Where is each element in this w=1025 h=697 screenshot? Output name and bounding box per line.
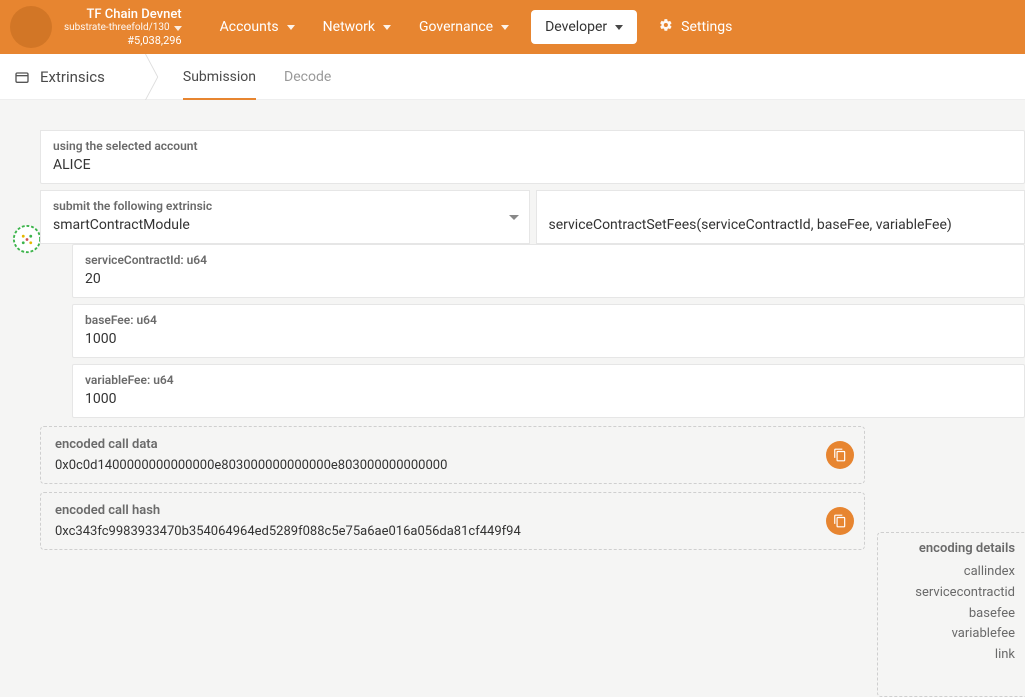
account-selector[interactable]: using the selected account ALICE xyxy=(40,130,1025,184)
chevron-down-icon xyxy=(509,215,519,220)
page-title: Extrinsics xyxy=(40,68,105,86)
chain-subtitle: substrate-threefold/130 xyxy=(64,22,170,34)
tab-decode[interactable]: Decode xyxy=(270,54,345,100)
nav-governance-label: Governance xyxy=(419,19,493,35)
account-identicon[interactable] xyxy=(12,224,42,254)
param-value: 1000 xyxy=(85,331,1012,347)
param-value: 1000 xyxy=(85,391,1012,407)
chain-name: TF Chain Devnet xyxy=(86,7,181,23)
tab-decode-label: Decode xyxy=(284,69,331,85)
encoded-data-label: encoded call data xyxy=(55,437,850,452)
details-item[interactable]: servicecontractid xyxy=(890,583,1015,604)
chain-info[interactable]: TF Chain Devnet substrate-threefold/130 … xyxy=(64,7,182,48)
param-label: serviceContractId: u64 xyxy=(85,253,1012,267)
divider-icon xyxy=(145,54,169,100)
tab-submission[interactable]: Submission xyxy=(169,54,270,100)
chevron-down-icon xyxy=(287,25,295,30)
top-navbar: TF Chain Devnet substrate-threefold/130 … xyxy=(0,0,1025,54)
param-variablefee[interactable]: variableFee: u64 1000 xyxy=(72,364,1025,418)
copy-icon xyxy=(833,448,847,462)
encoding-details-title: encoding details xyxy=(890,541,1015,556)
param-basefee[interactable]: baseFee: u64 1000 xyxy=(72,304,1025,358)
param-servicecontractid[interactable]: serviceContractId: u64 20 xyxy=(72,244,1025,298)
gear-icon xyxy=(659,18,673,36)
details-item[interactable]: link xyxy=(890,645,1015,666)
extrinsics-icon xyxy=(14,69,30,85)
encoded-hash-value: 0xc343fc9983933470b354064964ed5289f088c5… xyxy=(55,524,850,539)
param-label: baseFee: u64 xyxy=(85,313,1012,327)
encoded-hash-label: encoded call hash xyxy=(55,503,850,518)
account-label: using the selected account xyxy=(53,139,1012,153)
nav-network-label: Network xyxy=(323,19,375,35)
call-value: serviceContractSetFees(serviceContractId… xyxy=(549,217,1013,233)
param-label: variableFee: u64 xyxy=(85,373,1012,387)
account-value: ALICE xyxy=(53,157,1012,173)
copy-call-hash-button[interactable] xyxy=(826,507,854,535)
param-value: 20 xyxy=(85,271,1012,287)
sub-navbar: Extrinsics Submission Decode xyxy=(0,54,1025,100)
chain-logo[interactable] xyxy=(10,6,52,48)
nav-developer[interactable]: Developer xyxy=(531,10,637,44)
call-selector[interactable]: serviceContractSetFees(serviceContractId… xyxy=(536,190,1025,244)
copy-icon xyxy=(833,514,847,528)
chain-block-number: #5,038,296 xyxy=(127,34,181,47)
encoded-call-data-box: encoded call data 0x0c0d1400000000000000… xyxy=(40,426,865,484)
chevron-down-icon xyxy=(174,26,182,31)
chevron-down-icon xyxy=(501,25,509,30)
module-selector[interactable]: submit the following extrinsic smartCont… xyxy=(40,190,530,244)
nav-network[interactable]: Network xyxy=(309,0,405,54)
copy-call-data-button[interactable] xyxy=(826,441,854,469)
nav-accounts-label: Accounts xyxy=(220,19,279,35)
details-item[interactable]: basefee xyxy=(890,604,1015,625)
chevron-down-icon xyxy=(383,25,391,30)
chevron-down-icon xyxy=(615,25,623,30)
call-label xyxy=(549,199,1013,213)
nav-settings[interactable]: Settings xyxy=(645,0,746,54)
module-label: submit the following extrinsic xyxy=(53,199,517,213)
extrinsic-selector-row: submit the following extrinsic smartCont… xyxy=(40,190,1025,244)
encoded-call-hash-box: encoded call hash 0xc343fc9983933470b354… xyxy=(40,492,865,550)
details-item[interactable]: callindex xyxy=(890,562,1015,583)
tab-submission-label: Submission xyxy=(183,69,256,85)
module-value: smartContractModule xyxy=(53,217,517,233)
encoded-data-value: 0x0c0d1400000000000000e803000000000000e8… xyxy=(55,458,850,473)
details-item[interactable]: variablefee xyxy=(890,624,1015,645)
nav-developer-label: Developer xyxy=(545,19,607,35)
encoding-details-panel: encoding details callindex servicecontra… xyxy=(877,532,1025,697)
nav-settings-label: Settings xyxy=(681,19,732,35)
content-area: using the selected account ALICE submit … xyxy=(0,100,1025,550)
nav-accounts[interactable]: Accounts xyxy=(206,0,309,54)
nav-governance[interactable]: Governance xyxy=(405,0,523,54)
